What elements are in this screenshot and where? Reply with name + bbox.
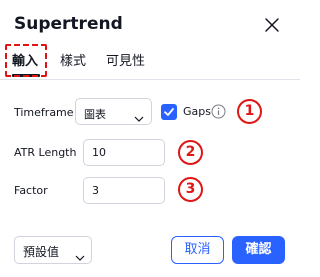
settings-dialog: Supertrend 輸入 樣式 可見性 Timeframe 圖表 Gaps 1… [0,0,300,277]
ok-button[interactable]: 確認 [232,236,285,264]
close-icon[interactable] [262,15,282,35]
timeframe-select[interactable]: 圖表 [75,98,152,125]
atr-length-input[interactable]: 10 [83,139,165,166]
tab-highlight-box [5,44,47,77]
annotation-badge-2: 2 [178,140,203,165]
dialog-title: Supertrend [14,14,123,34]
timeframe-label: Timeframe [14,106,74,119]
annotation-badge-1: 1 [237,99,262,124]
info-icon[interactable] [211,104,226,119]
factor-label: Factor [14,184,48,197]
timeframe-value: 圖表 [84,108,106,121]
chevron-down-icon [134,108,144,127]
header-divider [0,79,300,80]
gaps-label: Gaps [183,105,211,118]
chevron-down-icon [75,247,85,266]
tab-style[interactable]: 樣式 [60,50,86,69]
check-icon [164,108,174,116]
cancel-button[interactable]: 取消 [171,236,224,264]
gaps-checkbox[interactable] [161,104,177,120]
annotation-badge-3: 3 [178,177,203,202]
atr-length-label: ATR Length [14,146,77,159]
defaults-label: 預設值 [23,245,60,259]
defaults-dropdown[interactable]: 預設值 [14,236,92,264]
tab-visibility[interactable]: 可見性 [106,50,145,69]
factor-input[interactable]: 3 [83,177,165,204]
